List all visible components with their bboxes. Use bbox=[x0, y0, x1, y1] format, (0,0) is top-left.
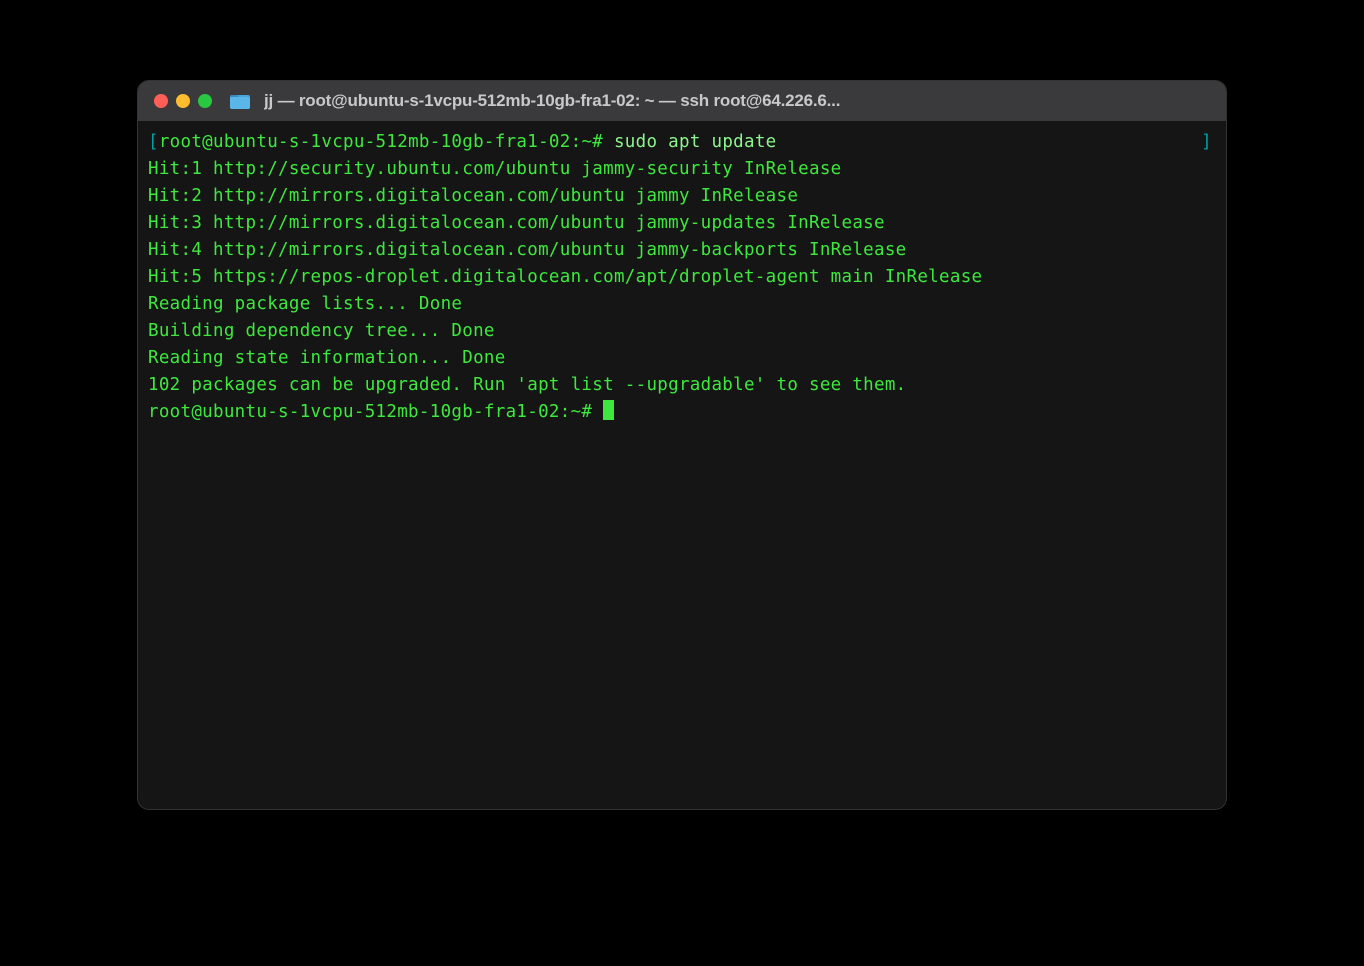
prompt-2: root@ubuntu-s-1vcpu-512mb-10gb-fra1-02:~… bbox=[148, 402, 603, 422]
command: sudo apt update bbox=[614, 132, 777, 152]
output-line: Hit:1 http://security.ubuntu.com/ubuntu … bbox=[148, 156, 1216, 183]
output-line: Reading package lists... Done bbox=[148, 291, 1216, 318]
cursor bbox=[603, 400, 614, 420]
folder-icon bbox=[230, 93, 250, 109]
output-line: Hit:4 http://mirrors.digitalocean.com/ub… bbox=[148, 237, 1216, 264]
maximize-button[interactable] bbox=[198, 94, 212, 108]
terminal-body[interactable]: [root@ubuntu-s-1vcpu-512mb-10gb-fra1-02:… bbox=[138, 121, 1226, 809]
minimize-button[interactable] bbox=[176, 94, 190, 108]
bracket-open: [ bbox=[148, 132, 159, 152]
prompt: root@ubuntu-s-1vcpu-512mb-10gb-fra1-02:~… bbox=[159, 132, 603, 152]
output-line: Reading state information... Done bbox=[148, 345, 1216, 372]
terminal-window: jj — root@ubuntu-s-1vcpu-512mb-10gb-fra1… bbox=[137, 80, 1227, 810]
output-line: 102 packages can be upgraded. Run 'apt l… bbox=[148, 372, 1216, 399]
output-line: Hit:2 http://mirrors.digitalocean.com/ub… bbox=[148, 183, 1216, 210]
prompt-line: [root@ubuntu-s-1vcpu-512mb-10gb-fra1-02:… bbox=[148, 129, 1216, 156]
output-line: Hit:3 http://mirrors.digitalocean.com/ub… bbox=[148, 210, 1216, 237]
title-bar[interactable]: jj — root@ubuntu-s-1vcpu-512mb-10gb-fra1… bbox=[138, 81, 1226, 121]
window-title: jj — root@ubuntu-s-1vcpu-512mb-10gb-fra1… bbox=[264, 91, 840, 111]
prompt-line-2: root@ubuntu-s-1vcpu-512mb-10gb-fra1-02:~… bbox=[148, 399, 1216, 426]
close-button[interactable] bbox=[154, 94, 168, 108]
output-line: Hit:5 https://repos-droplet.digitalocean… bbox=[148, 264, 1216, 291]
bracket-close: ] bbox=[1201, 129, 1212, 156]
output-line: Building dependency tree... Done bbox=[148, 318, 1216, 345]
